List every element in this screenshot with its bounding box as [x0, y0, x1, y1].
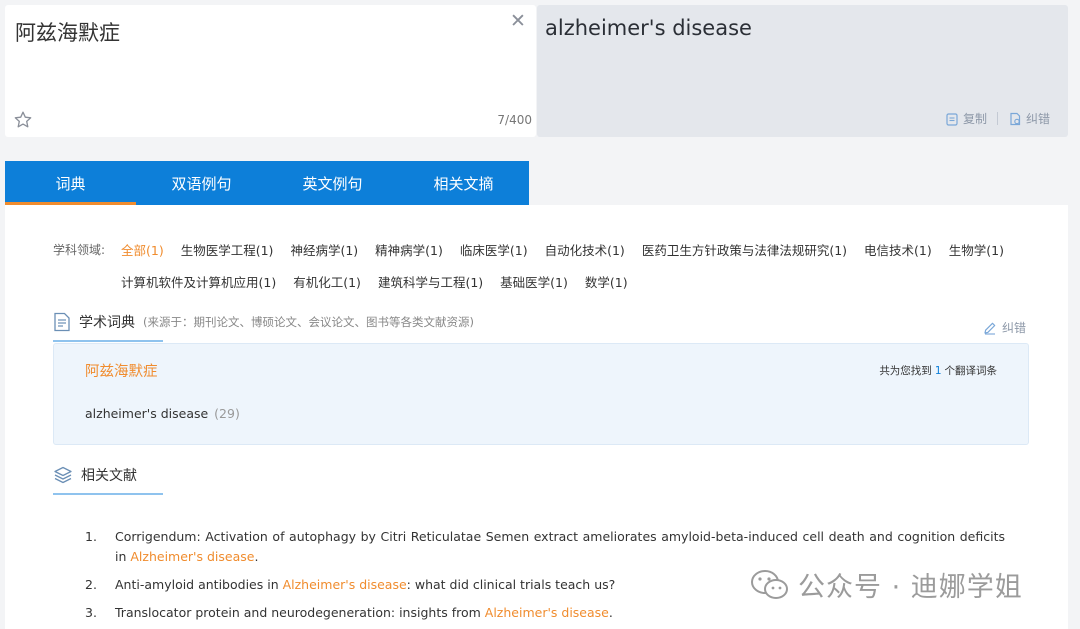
dictionary-card: 阿兹海默症 共为您找到 1 个翻译词条 alzheimer's disease (2… [53, 343, 1029, 445]
filter-row-1: 全部(1) 生物医学工程(1) 神经病学(1) 精神病学(1) 临床医学(1) … [121, 240, 1021, 259]
copy-icon [946, 112, 958, 126]
watermark-text: 公众号 · 迪娜学姐 [798, 572, 1023, 603]
source-text-panel[interactable]: 阿兹海默症 ✕ 7/400 [5, 5, 536, 137]
dict-term: 阿兹海默症 [85, 364, 158, 380]
source-note: (来源于：期刊论文、博硕论文、会议论文、图书等各类文献资源) [143, 315, 474, 329]
wechat-icon [751, 569, 788, 599]
target-actions: 复制 纠错 [945, 110, 1050, 127]
filter-item[interactable]: 电信技术(1) [864, 240, 932, 259]
filter-item[interactable]: 计算机软件及计算机应用(1) [121, 272, 276, 291]
result-count: 共为您找到 1 个翻译词条 [879, 365, 997, 377]
tab-bar: 词典 双语例句 英文例句 相关文摘 [5, 161, 529, 205]
divider [996, 112, 998, 125]
dict-correct-button[interactable]: 纠错 [983, 319, 1026, 336]
pencil-icon [984, 322, 996, 335]
correct-button[interactable]: 纠错 [1008, 110, 1050, 127]
report-icon [1010, 112, 1021, 125]
filter-item[interactable]: 基础医学(1) [500, 272, 568, 291]
tab-dictionary[interactable]: 词典 [5, 161, 136, 205]
watermark: 公众号 · 迪娜学姐 [750, 565, 1023, 604]
close-icon[interactable]: ✕ [508, 11, 528, 31]
list-item[interactable]: 3. Translocator protein and neurodegener… [85, 603, 1005, 623]
star-icon[interactable] [13, 110, 33, 130]
section-title: 相关文献 [81, 468, 137, 484]
correct-label: 纠错 [1025, 112, 1050, 126]
copy-button[interactable]: 复制 [945, 110, 987, 127]
filter-item[interactable]: 建筑科学与工程(1) [378, 272, 483, 291]
filter-item[interactable]: 精神病学(1) [375, 240, 443, 259]
filter-item[interactable]: 生物学(1) [949, 240, 1004, 259]
section-underline [53, 493, 163, 495]
target-text: alzheimer's disease [545, 16, 752, 40]
filter-item[interactable]: 自动化技术(1) [545, 240, 625, 259]
tab-bilingual-examples[interactable]: 双语例句 [136, 161, 267, 205]
tab-related-abstracts[interactable]: 相关文摘 [398, 161, 529, 205]
filter-row-2: 计算机软件及计算机应用(1) 有机化工(1) 建筑科学与工程(1) 基础医学(1… [121, 272, 645, 291]
layers-icon [54, 466, 72, 484]
filter-item[interactable]: 数学(1) [585, 272, 628, 291]
dict-section-header: 学术词典 (来源于：期刊论文、博硕论文、会议论文、图书等各类文献资源) [53, 312, 474, 332]
source-text[interactable]: 阿兹海默症 [15, 17, 120, 47]
filter-all[interactable]: 全部(1) [121, 240, 164, 259]
section-title: 学术词典 [79, 315, 135, 331]
refs-section-header: 相关文献 [53, 465, 137, 485]
filter-item[interactable]: 生物医学工程(1) [181, 240, 274, 259]
filter-item[interactable]: 神经病学(1) [290, 240, 358, 259]
filter-item[interactable]: 有机化工(1) [293, 272, 361, 291]
char-count: 7/400 [497, 113, 532, 127]
target-text-panel: alzheimer's disease 复制 纠错 [537, 5, 1068, 137]
tab-english-examples[interactable]: 英文例句 [267, 161, 398, 205]
translation-entry[interactable]: alzheimer's disease (29) [85, 406, 240, 421]
filter-label: 学科领域: [53, 243, 106, 257]
section-underline [53, 340, 163, 342]
filter-item[interactable]: 医药卫生方针政策与法律法规研究(1) [642, 240, 847, 259]
copy-label: 复制 [962, 112, 987, 126]
list-item[interactable]: 1. Corrigendum: Activation of autophagy … [85, 527, 1005, 567]
correct-label: 纠错 [1001, 321, 1026, 335]
filter-item[interactable]: 临床医学(1) [460, 240, 528, 259]
document-icon [54, 312, 70, 332]
